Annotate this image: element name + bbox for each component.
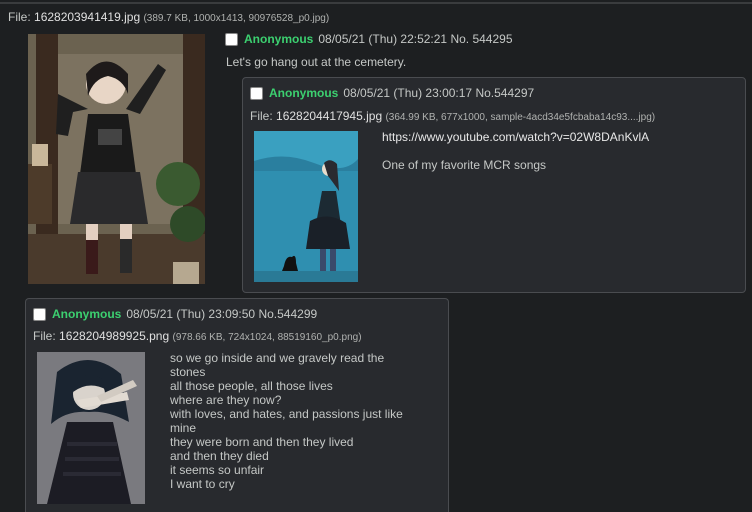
message-line: mine <box>170 421 197 435</box>
reply2-select-checkbox[interactable] <box>33 307 46 321</box>
message-line: they were born and then they lived <box>170 435 354 449</box>
reply1-thumbnail-image[interactable] <box>254 131 358 282</box>
reply-post-544297: Anonymous 08/05/21 (Thu) 23:00:17 No.544… <box>242 77 746 293</box>
reply2-filename-link[interactable]: 1628204989925.png <box>59 329 169 343</box>
message-line: so we go inside and we gravely read the <box>170 351 385 365</box>
op-select-checkbox[interactable] <box>225 32 238 46</box>
reply2-file-info: File: 1628204989925.png (978.66 KB, 724x… <box>33 329 362 343</box>
op-file-info: File: 1628203941419.jpg (389.7 KB, 1000x… <box>8 10 329 24</box>
reply2-post-number-link[interactable]: No.544299 <box>258 307 317 321</box>
reply1-post-number-link[interactable]: No.544297 <box>475 86 534 100</box>
file-label: File: <box>8 10 31 24</box>
op-post-number-link[interactable]: No. 544295 <box>450 32 512 46</box>
message-line: I want to cry <box>170 477 235 491</box>
reply1-poster-name: Anonymous <box>269 86 339 100</box>
op-filename-link[interactable]: 1628203941419.jpg <box>34 10 140 24</box>
message-line: and then they died <box>170 449 269 463</box>
op-post-header: Anonymous 08/05/21 (Thu) 22:52:21 No. 54… <box>225 32 513 46</box>
reply1-select-checkbox[interactable] <box>250 86 263 100</box>
op-message: Let's go hang out at the cemetery. <box>226 55 407 69</box>
reply1-youtube-link[interactable]: https://www.youtube.com/watch?v=02W8DAnK… <box>382 130 649 144</box>
message-line: stones <box>170 365 206 379</box>
reply1-post-date: 08/05/21 (Thu) 23:00:17 <box>343 86 473 100</box>
op-poster-name: Anonymous <box>244 32 314 46</box>
reply2-thumbnail-image[interactable] <box>37 352 145 504</box>
reply1-file-info: File: 1628204417945.jpg (364.99 KB, 677x… <box>250 109 655 123</box>
file-label: File: <box>33 329 56 343</box>
message-line: it seems so unfair <box>170 463 265 477</box>
reply1-header: Anonymous 08/05/21 (Thu) 23:00:17 No.544… <box>250 86 534 100</box>
message-line: where are they now? <box>170 393 282 407</box>
reply1-filename-link[interactable]: 1628204417945.jpg <box>276 109 382 123</box>
thread-divider <box>0 2 752 4</box>
message-line: with loves, and hates, and passions just… <box>170 407 403 421</box>
message-line: all those people, all those lives <box>170 379 333 393</box>
reply2-poster-name: Anonymous <box>52 307 122 321</box>
reply1-message: One of my favorite MCR songs <box>382 158 547 172</box>
reply1-file-meta: (364.99 KB, 677x1000, sample-4acd34e5fcb… <box>385 112 656 123</box>
file-label: File: <box>250 109 273 123</box>
reply2-post-date: 08/05/21 (Thu) 23:09:50 <box>126 307 256 321</box>
reply2-message: so we go inside and we gravely read the … <box>170 351 420 491</box>
op-file-meta: (389.7 KB, 1000x1413, 90976528_p0.jpg) <box>143 13 330 24</box>
reply2-header: Anonymous 08/05/21 (Thu) 23:09:50 No.544… <box>33 307 317 321</box>
op-thumbnail-image[interactable] <box>28 34 205 284</box>
op-post-date: 08/05/21 (Thu) 22:52:21 <box>318 32 448 46</box>
reply-post-544299: Anonymous 08/05/21 (Thu) 23:09:50 No.544… <box>25 298 449 512</box>
reply2-file-meta: (978.66 KB, 724x1024, 88519160_p0.png) <box>172 332 362 343</box>
